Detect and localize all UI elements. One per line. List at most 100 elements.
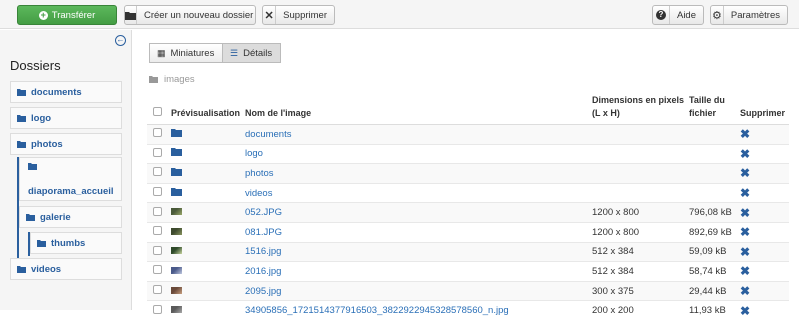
- image-link[interactable]: 1516.jpg: [245, 246, 281, 257]
- row-checkbox[interactable]: [153, 128, 162, 138]
- preview-cell: [171, 280, 245, 301]
- delete-icon[interactable]: ✖: [740, 147, 750, 161]
- preview-cell: [171, 300, 245, 320]
- details-view-button[interactable]: ☰ Détails: [222, 43, 281, 63]
- sidebar-item-thumbs[interactable]: thumbs: [30, 232, 122, 254]
- dimensions-cell: 300 x 375: [592, 280, 689, 301]
- size-cell: [689, 124, 740, 145]
- files-table: Prévisualisation Nom de l'image Dimensio…: [147, 94, 789, 320]
- size-cell: 892,69 kB: [689, 221, 740, 243]
- breadcrumb: images: [149, 74, 195, 85]
- row-checkbox[interactable]: [153, 167, 162, 177]
- folder-link[interactable]: photos: [245, 168, 274, 179]
- row-checkbox[interactable]: [153, 206, 162, 216]
- image-link[interactable]: 2016.jpg: [245, 266, 281, 277]
- help-label: Aide: [676, 9, 696, 21]
- row-checkbox[interactable]: [153, 265, 162, 275]
- folder-link[interactable]: documents: [245, 129, 291, 140]
- delete-icon[interactable]: ✖: [740, 225, 750, 239]
- thumbnails-label: Miniatures: [170, 47, 215, 59]
- table-row[interactable]: 2016.jpg 512 x 384 58,74 kB ✖: [147, 261, 789, 282]
- image-thumbnail[interactable]: [171, 266, 182, 274]
- row-select-cell: [147, 280, 171, 301]
- folder-link[interactable]: logo: [245, 148, 263, 159]
- file-name-cell: 052.JPG: [245, 202, 592, 223]
- dimensions-cell: [592, 124, 689, 145]
- row-checkbox[interactable]: [153, 245, 162, 255]
- details-label: Détails: [243, 47, 273, 59]
- thumbnails-view-button[interactable]: ▦ Miniatures: [149, 43, 223, 63]
- table-row[interactable]: videos ✖: [147, 182, 789, 203]
- table-row[interactable]: 081.JPG 1200 x 800 892,69 kB ✖: [147, 221, 789, 243]
- preview-cell: [171, 261, 245, 282]
- upload-button[interactable]: + Transférer: [17, 5, 117, 25]
- row-select-cell: [147, 163, 171, 184]
- image-thumbnail[interactable]: [171, 208, 182, 216]
- help-button[interactable]: ? Aide: [652, 5, 704, 25]
- row-checkbox[interactable]: [153, 285, 162, 295]
- image-link[interactable]: 2095.jpg: [245, 286, 281, 297]
- delete-icon[interactable]: ✖: [740, 166, 750, 180]
- sidebar-item-logo[interactable]: logo: [10, 107, 122, 129]
- table-row[interactable]: photos ✖: [147, 163, 789, 184]
- preview-cell: [171, 202, 245, 223]
- table-row[interactable]: 34905856_1721514377916503_38229229453285…: [147, 300, 789, 320]
- settings-button[interactable]: ⚙ Paramètres: [710, 5, 788, 25]
- collapse-sidebar-icon[interactable]: ←: [115, 35, 126, 46]
- delete-icon[interactable]: ✖: [740, 206, 750, 220]
- table-row[interactable]: 1516.jpg 512 x 384 59,09 kB ✖: [147, 241, 789, 262]
- sidebar-item-photos[interactable]: photos: [10, 133, 122, 155]
- image-link[interactable]: 081.JPG: [245, 227, 282, 238]
- row-checkbox[interactable]: [153, 304, 162, 314]
- folder-link[interactable]: videos: [245, 188, 272, 199]
- image-link[interactable]: 34905856_1721514377916503_38229229453285…: [245, 305, 509, 316]
- image-link[interactable]: 052.JPG: [245, 207, 282, 218]
- delete-cell: ✖: [740, 163, 789, 184]
- help-icon: ?: [653, 6, 670, 24]
- sidebar-item-label: photos: [31, 138, 63, 150]
- file-name-cell: 1516.jpg: [245, 241, 592, 262]
- row-checkbox[interactable]: [153, 147, 162, 157]
- toolbar: + Transférer Créer un nouveau dossier ✕ …: [0, 0, 799, 29]
- sidebar-item-diaporama-accueil[interactable]: diaporama_accueil: [19, 157, 122, 201]
- table-row[interactable]: 052.JPG 1200 x 800 796,08 kB ✖: [147, 202, 789, 223]
- delete-label: Supprimer: [283, 9, 327, 21]
- delete-button[interactable]: ✕ Supprimer: [262, 5, 335, 25]
- table-row[interactable]: logo ✖: [147, 143, 789, 164]
- image-thumbnail[interactable]: [171, 247, 182, 255]
- table-row[interactable]: 2095.jpg 300 x 375 29,44 kB ✖: [147, 280, 789, 301]
- sidebar-item-label: videos: [31, 263, 62, 275]
- size-cell: 11,93 kB: [689, 300, 740, 320]
- sidebar-item-documents[interactable]: documents: [10, 81, 122, 103]
- dimensions-cell: 1200 x 800: [592, 221, 689, 243]
- folder-icon: [17, 265, 26, 273]
- preview-cell: [171, 124, 245, 145]
- row-select-cell: [147, 124, 171, 145]
- table-row[interactable]: documents ✖: [147, 124, 789, 145]
- sidebar-item-label: galerie: [40, 211, 71, 223]
- file-name-cell: 2016.jpg: [245, 261, 592, 282]
- new-folder-button[interactable]: Créer un nouveau dossier: [124, 5, 256, 25]
- folder-icon: [28, 163, 37, 170]
- sidebar-item-videos[interactable]: videos: [10, 258, 122, 280]
- delete-icon[interactable]: ✖: [740, 245, 750, 259]
- image-thumbnail[interactable]: [171, 227, 182, 235]
- delete-icon[interactable]: ✖: [740, 304, 750, 318]
- delete-icon[interactable]: ✖: [740, 186, 750, 200]
- file-name-cell: videos: [245, 182, 592, 203]
- row-checkbox[interactable]: [153, 226, 162, 236]
- image-thumbnail[interactable]: [171, 286, 182, 294]
- size-cell: 29,44 kB: [689, 280, 740, 301]
- folder-icon: [171, 148, 182, 157]
- sidebar-item-galerie[interactable]: galerie: [19, 206, 122, 228]
- folder-icon: [17, 114, 26, 122]
- delete-icon[interactable]: ✖: [740, 127, 750, 141]
- size-header: Taille du fichier: [689, 94, 740, 125]
- row-checkbox[interactable]: [153, 187, 162, 197]
- delete-icon[interactable]: ✖: [740, 264, 750, 278]
- list-icon: ☰: [230, 47, 239, 58]
- file-name-cell: photos: [245, 163, 592, 184]
- size-cell: 796,08 kB: [689, 202, 740, 223]
- select-all-checkbox[interactable]: [153, 107, 162, 116]
- delete-icon[interactable]: ✖: [740, 284, 750, 298]
